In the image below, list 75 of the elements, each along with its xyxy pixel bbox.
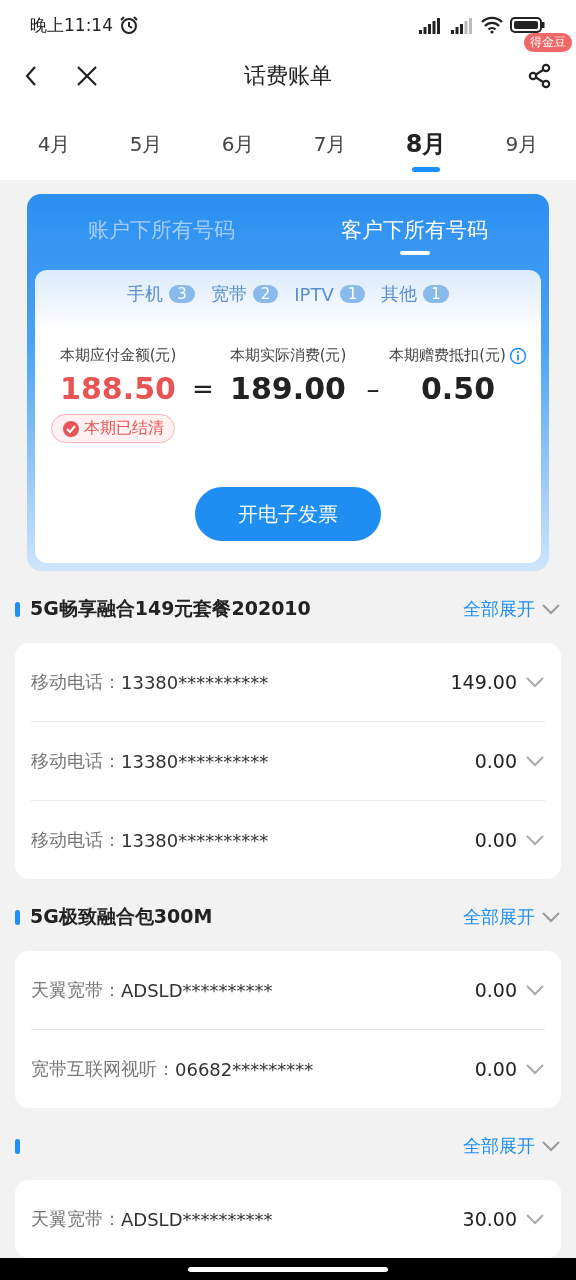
operator: –: [366, 373, 380, 404]
month-tab[interactable]: 9月: [499, 124, 545, 172]
line-type: 天翼宽带：: [31, 1207, 121, 1231]
line-amount: 0.00: [474, 829, 517, 851]
page-title: 话费账单: [244, 62, 332, 90]
line-number: 06682*********: [175, 1058, 314, 1080]
info-icon[interactable]: [508, 346, 527, 365]
check-icon: [62, 419, 80, 438]
category-label: 其他: [381, 282, 418, 306]
line-amount: 30.00: [462, 1208, 517, 1230]
line-number: 13380**********: [121, 750, 269, 772]
expand-all-button[interactable]: 全部展开: [463, 905, 561, 929]
category-label: 手机: [127, 282, 164, 306]
package-name: 5G畅享融合149元套餐202010: [30, 596, 311, 621]
line-type: 宽带互联网视听：: [31, 1057, 175, 1081]
line-amount: 0.00: [474, 979, 517, 1001]
section-marker: [15, 1138, 20, 1154]
expand-all-button[interactable]: 全部展开: [463, 1134, 561, 1158]
chevron-down-icon: [525, 1213, 545, 1225]
chevron-down-icon: [525, 834, 545, 846]
chevron-down-icon: [525, 984, 545, 996]
signal-icon: [416, 16, 442, 34]
amount-value: 0.50: [420, 371, 496, 406]
expand-all-button[interactable]: 全部展开: [463, 597, 561, 621]
amount-label: 本期赠费抵扣(元): [389, 346, 506, 365]
line-number: ADSLD**********: [121, 979, 273, 1001]
chevron-down-icon: [525, 1063, 545, 1075]
chevron-down-icon: [525, 755, 545, 767]
category-label: 宽带: [210, 282, 247, 306]
chevron-down-icon: [541, 603, 561, 615]
close-icon: [76, 65, 98, 87]
signal-icon: [448, 16, 474, 34]
account-tab[interactable]: 账户下所有号码: [35, 207, 288, 257]
package-name: 5G极致融合包300M: [30, 904, 213, 929]
line-type: 移动电话：: [31, 828, 121, 852]
reward-badge: 得金豆: [524, 33, 572, 52]
account-tab[interactable]: 客户下所有号码: [288, 207, 541, 257]
paid-status: 本期已结清: [84, 418, 164, 439]
line-type: 天翼宽带：: [31, 978, 121, 1002]
status-time: 晚上11:14: [30, 13, 113, 37]
count-badge: 2: [252, 285, 279, 303]
month-tab[interactable]: 7月: [307, 124, 353, 172]
section-marker: [15, 909, 20, 925]
section-marker: [15, 601, 20, 617]
amount-label: 本期实际消费(元): [229, 346, 347, 365]
line-amount: 149.00: [450, 671, 517, 693]
count-badge: 1: [423, 285, 449, 303]
line-amount: 0.00: [474, 1058, 517, 1080]
amount-label: 本期应付金额(元): [59, 346, 177, 365]
month-tab[interactable]: 8月: [399, 124, 453, 172]
amount-value: 188.50: [59, 371, 177, 406]
battery-icon: [510, 16, 546, 34]
line-amount: 0.00: [474, 750, 517, 772]
chevron-down-icon: [525, 676, 545, 688]
operator: =: [192, 373, 214, 404]
line-number: 13380**********: [121, 671, 269, 693]
month-tab[interactable]: 6月: [215, 124, 261, 172]
wifi-icon: [480, 16, 504, 34]
invoice-button[interactable]: 开电子发票: [195, 487, 381, 541]
line-number: 13380**********: [121, 829, 269, 851]
back-icon: [24, 64, 38, 88]
line-number: ADSLD**********: [121, 1208, 273, 1230]
home-indicator[interactable]: [188, 1266, 388, 1272]
month-tab[interactable]: 4月: [31, 124, 77, 172]
count-badge: 3: [169, 285, 195, 303]
category-label: IPTV: [294, 283, 334, 305]
count-badge: 1: [339, 285, 366, 303]
alarm-icon: [119, 15, 139, 35]
chevron-down-icon: [541, 911, 561, 923]
line-type: 移动电话：: [31, 670, 121, 694]
line-type: 移动电话：: [31, 749, 121, 773]
amount-value: 189.00: [229, 371, 347, 406]
share-icon: [528, 63, 552, 89]
month-tab[interactable]: 5月: [123, 124, 169, 172]
chevron-down-icon: [541, 1140, 561, 1152]
